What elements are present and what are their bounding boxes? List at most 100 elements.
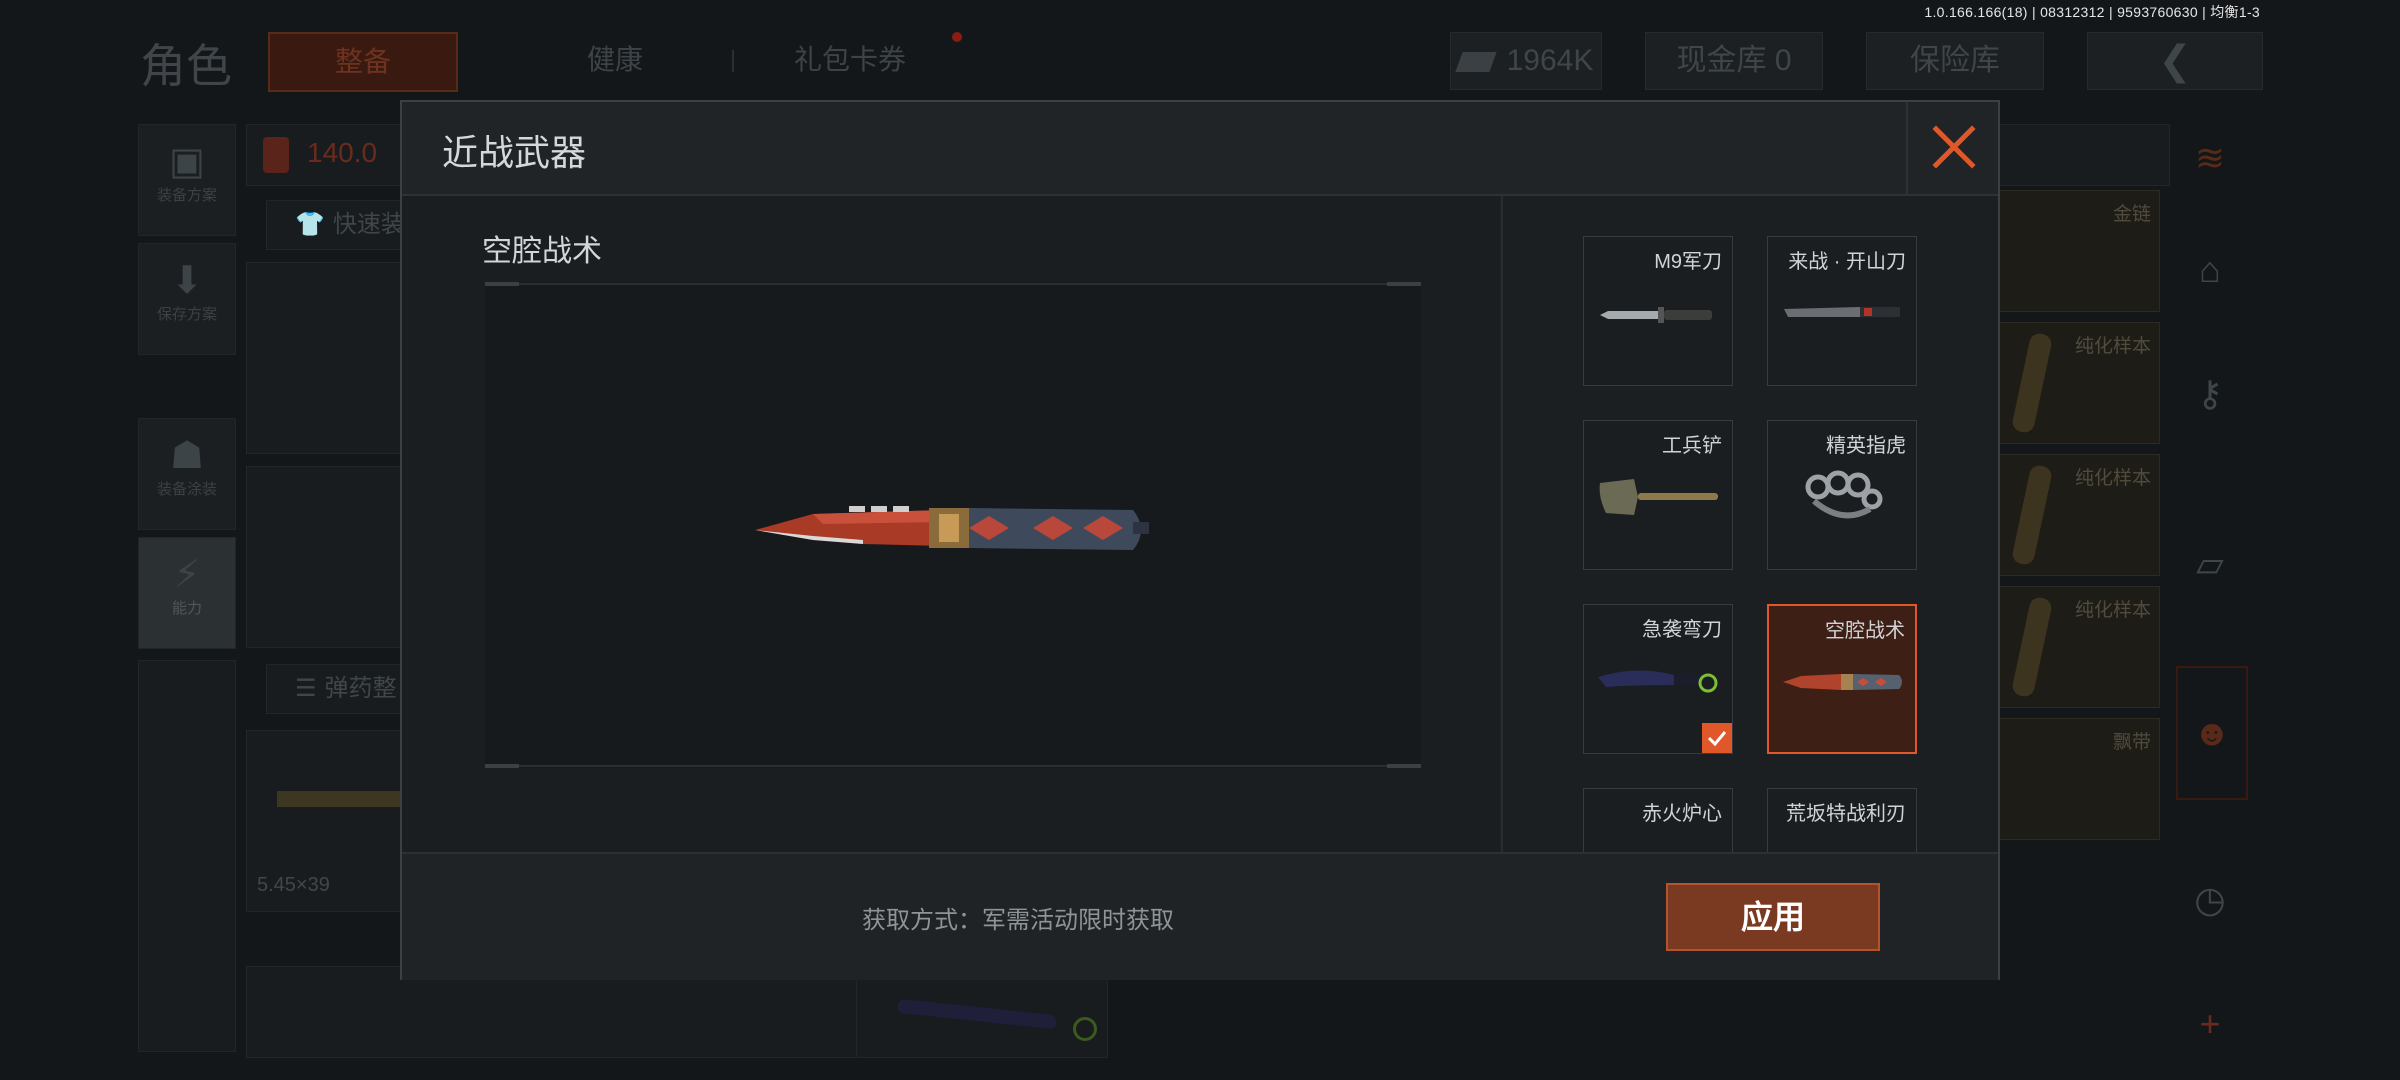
quick-equip-button[interactable]: 👕 快速装 [266,200,408,250]
tab-divider [732,50,734,72]
stack-icon[interactable]: ≋ [2176,124,2244,192]
skin-card-label: 赤火炉心 [1642,803,1722,825]
melee-weapon-dialog: 近战武器 空腔战术 M9军刀 来战 · 开山刀 工兵铲 精英指虎 急袭弯刀 空腔… [400,100,2000,980]
skin-card-knuckles[interactable]: 精英指虎 [1767,420,1917,570]
save-plan-button[interactable]: ⬇ 保存方案 [138,243,236,355]
shovel-icon [1599,479,1718,515]
slot-ribbon-label: 飘带 [2112,732,2151,753]
skin-card-label: M9军刀 [1654,251,1722,273]
preview-panel: 空腔战术 [402,196,1500,852]
knuckles-icon [1805,470,1883,519]
tab-gift-coupons[interactable]: 礼包卡券 [780,32,920,88]
clock-icon[interactable]: ◷ [2176,866,2244,934]
curved-blade-icon [1598,670,1718,693]
back-arrow-icon[interactable]: ❮ [2087,32,2263,90]
apply-button[interactable]: 应用 [1666,883,1880,951]
helmet-slot[interactable] [246,262,408,454]
tactical-knife-icon [755,506,1149,550]
slot-sample-2[interactable]: 纯化样本 [1998,454,2160,576]
slot-sample-1[interactable]: 纯化样本 [1998,322,2160,444]
version-info: 1.0.166.166(18) | 08312312 | 9593760630 … [1924,4,2260,20]
skin-card-fire-core[interactable]: 赤火炉心 [1583,788,1733,852]
notification-dot [952,32,962,42]
skin-card-curved-blade[interactable]: 急袭弯刀 [1583,604,1733,754]
currency-value: 1964K [1506,44,1594,77]
shirt-icon: 👕 [295,211,325,238]
vest-icon: ▣ [169,141,205,183]
sample-tube-icon [2010,595,2054,699]
skin-card-arasaka-blade[interactable]: 荒坂特战利刃 [1767,788,1917,852]
slot-sample-1-label: 纯化样本 [2074,336,2151,357]
tactical-knife-icon [1783,674,1902,690]
sample-tube-icon [2010,331,2054,435]
lightning-icon: ⚡ [173,554,201,596]
dialog-footer: 获取方式：军需活动限时获取 应用 [402,852,1998,980]
quick-equip-label: 快速装 [332,211,405,238]
slot-gold-chain-label: 金链 [2112,204,2151,225]
skin-card-shovel[interactable]: 工兵铲 [1583,420,1733,570]
skin-card-machete[interactable]: 来战 · 开山刀 [1767,236,1917,386]
frame-edge [519,283,1387,285]
skin-grid: M9军刀 来战 · 开山刀 工兵铲 精英指虎 急袭弯刀 空腔战术 赤火炉心 荒坂… [1503,196,1998,852]
frame-edge [519,765,1387,767]
frame-corner [1387,282,1421,286]
frame-corner [485,282,519,286]
ammo-icon: ☰ [295,675,317,702]
skin-card-label: 精英指虎 [1826,435,1906,457]
key-icon[interactable]: ⚷ [2176,360,2244,428]
right-header-panel [1998,124,2170,186]
slot-sample-2-label: 纯化样本 [2074,468,2151,489]
slot-gold-chain[interactable]: 金链 [1998,190,2160,312]
slot-sample-3-label: 纯化样本 [2074,600,2151,621]
ability-button[interactable]: ⚡ 能力 [138,537,236,649]
ticket-icon[interactable]: ▱ [2176,530,2244,598]
slot-sample-3[interactable]: 纯化样本 [1998,586,2160,708]
cash-vault-button[interactable]: 现金库 0 [1645,32,1823,90]
currency-box: 1964K [1450,32,1602,90]
loadout-plan-label: 装备方案 [156,187,217,204]
home-icon[interactable]: ⌂ [2176,236,2244,304]
loadout-plan-button[interactable]: ▣ 装备方案 [138,124,236,236]
tab-equip[interactable]: 整备 [268,32,458,92]
weight-panel: 140.0 [246,124,408,186]
skin-card-m9[interactable]: M9军刀 [1583,236,1733,386]
frame-corner [1387,764,1421,768]
frame-corner [485,764,519,768]
ammo-arrange-button[interactable]: ☰ 弹药整 [266,664,408,714]
close-button[interactable] [1906,102,1998,194]
check-icon [1707,731,1727,747]
armor-slot[interactable] [246,466,408,648]
selected-item-name: 空腔战术 [482,235,602,268]
weight-value: 140.0 [307,137,378,168]
slot-ribbon[interactable]: 飘带 [1998,718,2160,840]
ring-icon [1073,1017,1097,1041]
skin-card-label: 来战 · 开山刀 [1788,251,1906,273]
save-plan-label: 保存方案 [156,306,217,323]
download-icon: ⬇ [171,260,203,302]
primary-weapon-slot[interactable]: 5.45×39 [246,730,408,912]
rifle-icon [277,791,407,807]
page-title: 角色 [140,40,232,92]
equipment-paint-label: 装备涂装 [156,481,217,498]
trader-icon[interactable]: ☻ [2176,666,2248,800]
plus-icon[interactable]: + [2176,990,2244,1058]
dialog-header: 近战武器 [402,102,1998,196]
equipped-checkbox [1702,723,1732,753]
sample-tube-icon [2010,463,2054,567]
skin-card-label: 空腔战术 [1825,620,1905,642]
weapon-preview-stage[interactable] [485,282,1421,768]
dialog-title: 近战武器 [442,132,587,173]
acquire-method: 获取方式：军需活动限时获取 [862,907,1174,934]
skin-card-label: 急袭弯刀 [1642,619,1722,641]
tab-health[interactable]: 健康 [560,32,670,88]
helmet-icon: ☗ [169,435,205,477]
curved-blade-icon [896,998,1058,1030]
backpack-icon [263,137,289,173]
left-empty-panel [138,660,236,1052]
melee-slot[interactable] [856,976,1108,1058]
skin-card-tactical[interactable]: 空腔战术 [1767,604,1917,754]
equipment-paint-button[interactable]: ☗ 装备涂装 [138,418,236,530]
cash-icon [1454,52,1497,73]
bayonet-knife-icon [1600,307,1712,323]
safe-box-button[interactable]: 保险库 [1866,32,2044,90]
